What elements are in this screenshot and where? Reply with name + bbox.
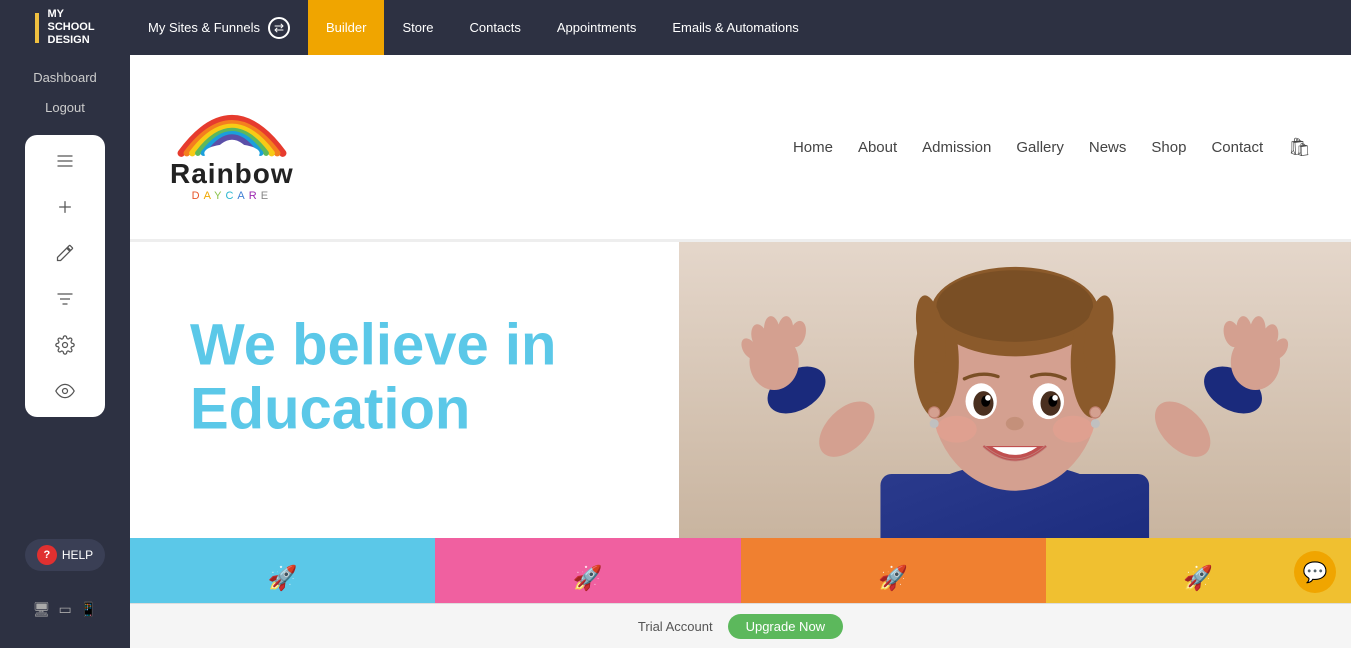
top-navigation-bar: MYSCHOOLDESIGN My Sites & Funnels ⇄ Buil… xyxy=(0,0,1351,55)
rainbow-logo-image xyxy=(172,93,292,158)
edit-icon[interactable] xyxy=(51,239,79,267)
rocket-icon-3: 🚀 xyxy=(878,564,908,593)
rocket-icon-4: 🚀 xyxy=(1183,564,1213,593)
site-nav-about[interactable]: About xyxy=(858,139,897,156)
hero-section: We believe in Education xyxy=(130,242,1351,538)
canvas-area: Rainbow DAYCARE Home About Admission Gal… xyxy=(130,55,1351,648)
add-icon[interactable] xyxy=(51,193,79,221)
site-nav-shop[interactable]: Shop xyxy=(1151,139,1186,156)
hero-headline: We believe in Education xyxy=(190,313,556,441)
main-layout: Dashboard Logout xyxy=(0,55,1351,648)
nav-builder[interactable]: Builder xyxy=(308,0,384,55)
site-logo: Rainbow DAYCARE xyxy=(170,93,294,202)
settings-icon[interactable] xyxy=(51,331,79,359)
dashboard-link[interactable]: Dashboard xyxy=(28,65,102,90)
app-logo: MYSCHOOLDESIGN xyxy=(0,0,130,55)
logout-link[interactable]: Logout xyxy=(40,95,90,120)
rocket-icon-1: 🚀 xyxy=(268,564,298,593)
site-nav-admission[interactable]: Admission xyxy=(922,139,991,156)
nav-builder-label: Builder xyxy=(326,20,366,35)
site-nav-gallery[interactable]: Gallery xyxy=(1016,139,1064,156)
help-label: HELP xyxy=(62,548,93,562)
desktop-icon[interactable]: 🖥 xyxy=(33,601,51,618)
site-header: Rainbow DAYCARE Home About Admission Gal… xyxy=(130,55,1351,240)
tablet-icon[interactable]: ▭ xyxy=(59,601,72,618)
cart-icon[interactable]: 🛍 xyxy=(1288,137,1311,158)
site-nav-news[interactable]: News xyxy=(1089,139,1127,156)
nav-appointments-label: Appointments xyxy=(557,20,637,35)
left-sidebar: Dashboard Logout xyxy=(0,55,130,648)
nav-store-label: Store xyxy=(402,20,433,35)
site-nav-contact[interactable]: Contact xyxy=(1211,139,1263,156)
site-navigation: Home About Admission Gallery News Shop C… xyxy=(793,137,1311,158)
device-switcher: 🖥 ▭ 📱 xyxy=(23,591,107,628)
chat-bubble[interactable]: 💬 xyxy=(1294,551,1336,593)
status-bar: Trial Account Upgrade Now xyxy=(130,603,1351,648)
filter-icon[interactable] xyxy=(51,285,79,313)
nav-contacts[interactable]: Contacts xyxy=(452,0,539,55)
chat-icon: 💬 xyxy=(1303,560,1328,585)
tool-panel xyxy=(25,135,105,417)
help-button[interactable]: ? HELP xyxy=(25,539,105,571)
hero-headline-line1: We believe in xyxy=(190,312,556,377)
nav-appointments[interactable]: Appointments xyxy=(539,0,655,55)
child-illustration xyxy=(679,242,1351,538)
upgrade-button[interactable]: Upgrade Now xyxy=(728,614,844,639)
nav-store[interactable]: Store xyxy=(384,0,451,55)
hero-text: We believe in Education xyxy=(190,313,556,441)
nav-emails[interactable]: Emails & Automations xyxy=(654,0,816,55)
mobile-icon[interactable]: 📱 xyxy=(80,601,97,618)
rocket-icon-2: 🚀 xyxy=(573,564,603,593)
nav-my-sites-label: My Sites & Funnels xyxy=(148,20,260,35)
swap-icon: ⇄ xyxy=(268,17,290,39)
brand-name: Rainbow xyxy=(170,158,294,190)
hero-headline-line2: Education xyxy=(190,376,470,441)
preview-icon[interactable] xyxy=(51,377,79,405)
app-logo-text: MYSCHOOLDESIGN xyxy=(48,8,95,48)
nav-emails-label: Emails & Automations xyxy=(672,20,798,35)
help-icon: ? xyxy=(37,545,57,565)
nav-my-sites[interactable]: My Sites & Funnels ⇄ xyxy=(130,0,308,55)
top-nav-items: My Sites & Funnels ⇄ Builder Store Conta… xyxy=(130,0,1351,55)
menu-icon[interactable] xyxy=(51,147,79,175)
hero-image xyxy=(679,242,1351,538)
site-nav-home[interactable]: Home xyxy=(793,139,833,156)
nav-contacts-label: Contacts xyxy=(470,20,521,35)
brand-sub: DAYCARE xyxy=(192,190,272,202)
trial-label: Trial Account xyxy=(638,619,713,634)
